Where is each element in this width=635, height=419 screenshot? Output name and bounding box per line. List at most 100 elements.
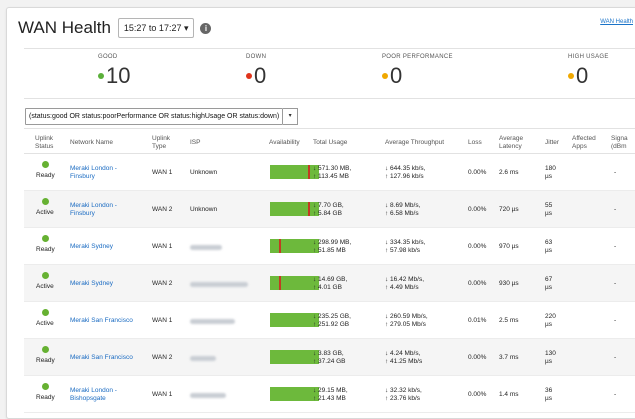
jitter: 67 µs bbox=[545, 276, 553, 291]
average-latency: 3.7 ms bbox=[499, 354, 519, 361]
stat-label: POOR PERFORMANCE bbox=[382, 54, 453, 60]
network-link[interactable]: Meraki Sydney bbox=[70, 280, 113, 288]
average-throughput: ↓ 16.42 Mb/s, ↑ 4.49 Mb/s bbox=[385, 276, 425, 291]
uplink-type: WAN 1 bbox=[152, 317, 173, 324]
average-latency: 2.5 ms bbox=[499, 317, 519, 324]
network-link[interactable]: Meraki San Francisco bbox=[70, 317, 133, 325]
wan-health-card: WAN Health 15:27 to 17:27 ▾ i WAN Health… bbox=[6, 7, 635, 419]
signal: - bbox=[614, 280, 617, 287]
col-isp[interactable]: ISP bbox=[190, 139, 200, 147]
network-link[interactable]: Meraki London - Finsbury bbox=[70, 165, 117, 181]
stat-label: HIGH USAGE bbox=[568, 54, 609, 60]
uplink-status: Ready bbox=[36, 246, 55, 253]
col-signal[interactable]: Signa (dBm bbox=[611, 135, 628, 151]
signal: - bbox=[614, 354, 617, 361]
help-link[interactable]: WAN Health bbox=[600, 19, 633, 25]
isp-redacted bbox=[190, 319, 235, 324]
total-usage: ↓ 235.25 GB, ↑ 251.92 GB bbox=[313, 313, 351, 328]
page-title: WAN Health bbox=[18, 18, 111, 37]
high-usage-dot-icon bbox=[568, 73, 574, 79]
loss: 0.01% bbox=[468, 317, 487, 324]
status-good-icon bbox=[42, 272, 49, 279]
stat-value: 10 bbox=[106, 63, 131, 88]
filter-input[interactable]: (status:good OR status:poorPerformance O… bbox=[25, 108, 284, 125]
jitter: 36 µs bbox=[545, 387, 553, 402]
col-uplink-type[interactable]: Uplink Type bbox=[152, 135, 170, 151]
uplink-type: WAN 1 bbox=[152, 391, 173, 398]
stat-label: GOOD bbox=[98, 54, 118, 60]
status-summary: GOOD 10 DOWN 0 POOR PERFORMANCE 0 HIGH U… bbox=[24, 48, 635, 99]
uplink-status: Ready bbox=[36, 172, 55, 179]
uplink-type: WAN 2 bbox=[152, 354, 173, 361]
table-row[interactable]: Active Meraki London - Finsbury WAN 2 Unk… bbox=[24, 191, 635, 228]
availability-bar[interactable] bbox=[270, 202, 319, 216]
average-latency: 970 µs bbox=[499, 243, 519, 250]
loss: 0.00% bbox=[468, 169, 487, 176]
total-usage: ↓ 298.99 MB, ↑ 51.85 MB bbox=[313, 239, 352, 254]
col-jitter[interactable]: Jitter bbox=[545, 139, 559, 147]
total-usage: ↓ 571.30 MB, ↑ 113.45 MB bbox=[313, 165, 352, 180]
uplink-type: WAN 1 bbox=[152, 169, 173, 176]
table-row[interactable]: Active Meraki Sydney WAN 2 ↓ 14.69 GB, ↑ … bbox=[24, 265, 635, 302]
loss: 0.00% bbox=[468, 354, 487, 361]
jitter: 130 µs bbox=[545, 350, 556, 365]
table-row[interactable]: Ready Meraki London - Finsbury WAN 1 Unkn… bbox=[24, 154, 635, 191]
availability-bar[interactable] bbox=[270, 387, 319, 401]
isp-redacted bbox=[190, 245, 222, 250]
availability-bar[interactable] bbox=[270, 350, 319, 364]
info-icon[interactable]: i bbox=[200, 22, 212, 34]
average-throughput: ↓ 260.59 Mb/s, ↑ 279.05 Mb/s bbox=[385, 313, 428, 328]
jitter: 63 µs bbox=[545, 239, 553, 254]
divider bbox=[24, 128, 635, 129]
total-usage: ↓ 7.70 GB, ↑ 5.84 GB bbox=[313, 202, 344, 217]
col-affected-apps[interactable]: Affected Apps bbox=[572, 135, 596, 151]
table-row[interactable]: Active Meraki San Francisco WAN 1 ↓ 235.… bbox=[24, 302, 635, 339]
down-dot-icon bbox=[246, 73, 252, 79]
outage-marker bbox=[308, 165, 311, 179]
loss: 0.00% bbox=[468, 280, 487, 287]
uplink-status: Ready bbox=[36, 394, 55, 401]
isp: Unknown bbox=[190, 169, 218, 176]
availability-bar[interactable] bbox=[270, 276, 319, 290]
uplink-status: Active bbox=[36, 283, 54, 290]
uplink-status: Active bbox=[36, 209, 54, 216]
status-good-icon bbox=[42, 161, 49, 168]
signal: - bbox=[614, 317, 617, 324]
jitter: 180 µs bbox=[545, 165, 556, 180]
uplink-status: Ready bbox=[36, 357, 55, 364]
availability-bar[interactable] bbox=[270, 239, 319, 253]
signal: - bbox=[614, 243, 617, 250]
network-link[interactable]: Meraki San Francisco bbox=[70, 354, 133, 362]
stat-value: 0 bbox=[576, 63, 589, 88]
table-row[interactable]: Ready Meraki Sydney WAN 1 ↓ 298.99 MB, ↑ … bbox=[24, 228, 635, 265]
col-total-usage[interactable]: Total Usage bbox=[313, 139, 347, 147]
total-usage: ↓ 14.69 GB, ↑ 4.01 GB bbox=[313, 276, 348, 291]
signal: - bbox=[614, 391, 617, 398]
outage-marker bbox=[308, 202, 311, 216]
average-throughput: ↓ 4.24 Mb/s, ↑ 41.25 Mb/s bbox=[385, 350, 423, 365]
network-link[interactable]: Meraki London - Finsbury bbox=[70, 202, 117, 218]
col-availability[interactable]: Availability bbox=[269, 139, 300, 147]
average-throughput: ↓ 8.69 Mb/s, ↑ 6.58 Mb/s bbox=[385, 202, 421, 217]
chevron-down-icon[interactable]: ▾ bbox=[283, 108, 299, 125]
loss: 0.00% bbox=[468, 206, 487, 213]
availability-bar[interactable] bbox=[270, 313, 319, 327]
average-throughput: ↓ 32.32 kb/s, ↑ 23.76 kb/s bbox=[385, 387, 422, 402]
network-link[interactable]: Meraki London - Bishopsgate bbox=[70, 387, 117, 403]
col-network-name[interactable]: Network Name bbox=[70, 139, 113, 147]
network-link[interactable]: Meraki Sydney bbox=[70, 243, 113, 251]
total-usage: ↓ 29.15 MB, ↑ 21.43 MB bbox=[313, 387, 348, 402]
uplink-status: Active bbox=[36, 320, 54, 327]
table-row[interactable]: Ready Meraki San Francisco WAN 2 ↓ 3.83 … bbox=[24, 339, 635, 376]
col-loss[interactable]: Loss bbox=[468, 139, 482, 147]
good-dot-icon bbox=[98, 73, 104, 79]
availability-bar[interactable] bbox=[270, 165, 319, 179]
header: WAN Health 15:27 to 17:27 ▾ i bbox=[18, 18, 212, 38]
col-uplink-status[interactable]: Uplink Status bbox=[35, 135, 53, 151]
status-good-icon bbox=[42, 383, 49, 390]
isp-redacted bbox=[190, 356, 216, 361]
col-average-latency[interactable]: Average Latency bbox=[499, 135, 523, 151]
table-row[interactable]: Ready Meraki London - Bishopsgate WAN 1 ↓… bbox=[24, 376, 635, 413]
time-range-select[interactable]: 15:27 to 17:27 ▾ bbox=[117, 18, 195, 38]
col-average-throughput[interactable]: Average Throughput bbox=[385, 139, 444, 147]
